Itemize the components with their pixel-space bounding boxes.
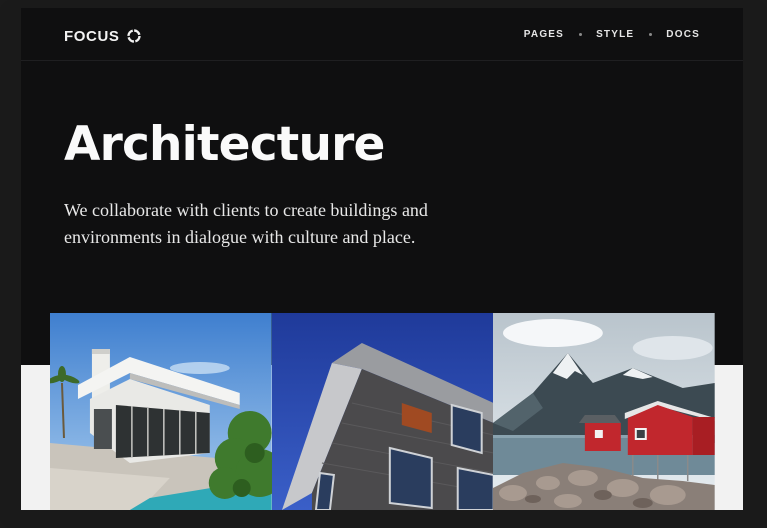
browser-frame: FOCUS PAGES STYLE DOCS Architecture We c… — [0, 0, 767, 528]
red-cabin-photo[interactable] — [493, 313, 716, 510]
website: FOCUS PAGES STYLE DOCS Architecture We c… — [21, 8, 743, 510]
brick-building-photo[interactable] — [271, 313, 494, 510]
focus-ring-icon — [126, 28, 142, 44]
brand-name: FOCUS — [64, 27, 120, 45]
nav-item-style[interactable]: STYLE — [596, 29, 634, 40]
nav-item-pages[interactable]: PAGES — [524, 29, 564, 40]
nav-separator — [649, 33, 653, 36]
page-subtitle: We collaborate with clients to create bu… — [64, 200, 428, 247]
modern-villa-photo[interactable] — [50, 313, 272, 510]
project-gallery — [50, 313, 716, 510]
nav-item-docs[interactable]: DOCS — [666, 29, 700, 40]
site-header: FOCUS PAGES STYLE DOCS — [21, 8, 743, 61]
nav-separator — [579, 33, 583, 36]
brand-logo[interactable]: FOCUS — [64, 26, 142, 46]
page-title: Architecture — [64, 117, 385, 172]
main-nav: PAGES STYLE DOCS — [524, 29, 700, 40]
